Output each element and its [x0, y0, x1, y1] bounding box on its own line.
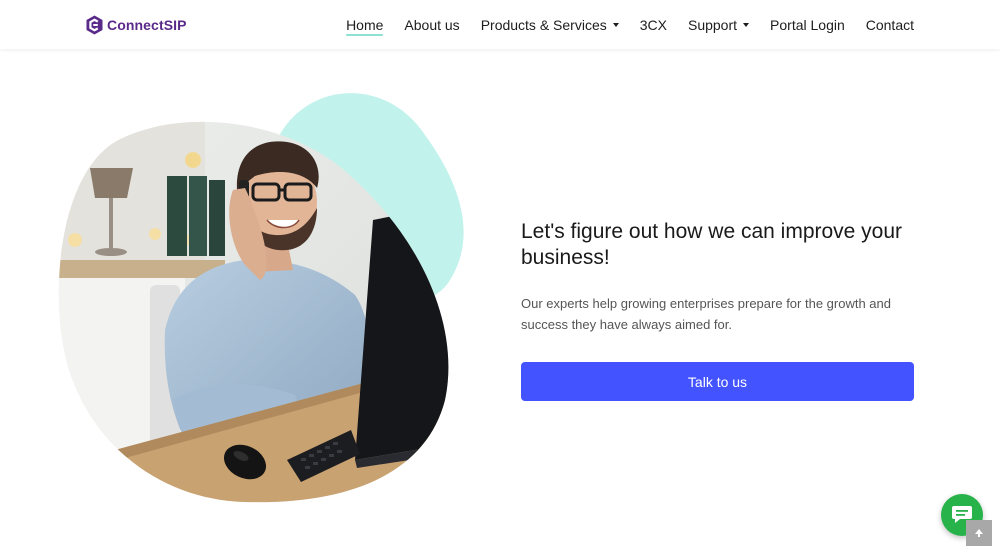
- chevron-down-icon: [612, 23, 619, 27]
- nav-contact[interactable]: Contact: [866, 0, 914, 49]
- talk-to-us-button[interactable]: Talk to us: [521, 362, 914, 401]
- nav-home-label: Home: [346, 16, 384, 33]
- nav-products-label: Products & Services: [480, 16, 607, 33]
- nav-about-label: About us: [404, 16, 460, 33]
- nav-3cx[interactable]: 3CX: [640, 0, 667, 49]
- arrow-up-icon: [975, 529, 983, 537]
- hero-subtext: Our experts help growing enterprises pre…: [521, 296, 891, 332]
- nav-support[interactable]: Support: [687, 0, 750, 49]
- nav-portal-label: Portal Login: [770, 16, 845, 33]
- hero-headline: Let's figure out how we can improve your…: [521, 220, 903, 269]
- nav-portal-login[interactable]: Portal Login: [770, 0, 845, 49]
- main-nav: Home About us Products & Services 3CX Su…: [346, 0, 914, 49]
- nav-contact-label: Contact: [865, 16, 914, 33]
- nav-home[interactable]: Home: [346, 0, 384, 49]
- logo[interactable]: ConnectSIP: [86, 14, 187, 36]
- hero-illustration: [58, 93, 464, 503]
- logo-mark-icon: [86, 15, 103, 35]
- scroll-to-top-button[interactable]: [966, 520, 992, 546]
- nav-about[interactable]: About us: [404, 0, 459, 49]
- chevron-down-icon: [743, 23, 750, 27]
- nav-3cx-label: 3CX: [639, 16, 667, 33]
- nav-products-services[interactable]: Products & Services: [481, 0, 619, 49]
- logo-text: ConnectSIP: [107, 17, 187, 33]
- site-header: ConnectSIP Home About us Products & Serv…: [0, 0, 1000, 49]
- nav-support-label: Support: [687, 16, 738, 33]
